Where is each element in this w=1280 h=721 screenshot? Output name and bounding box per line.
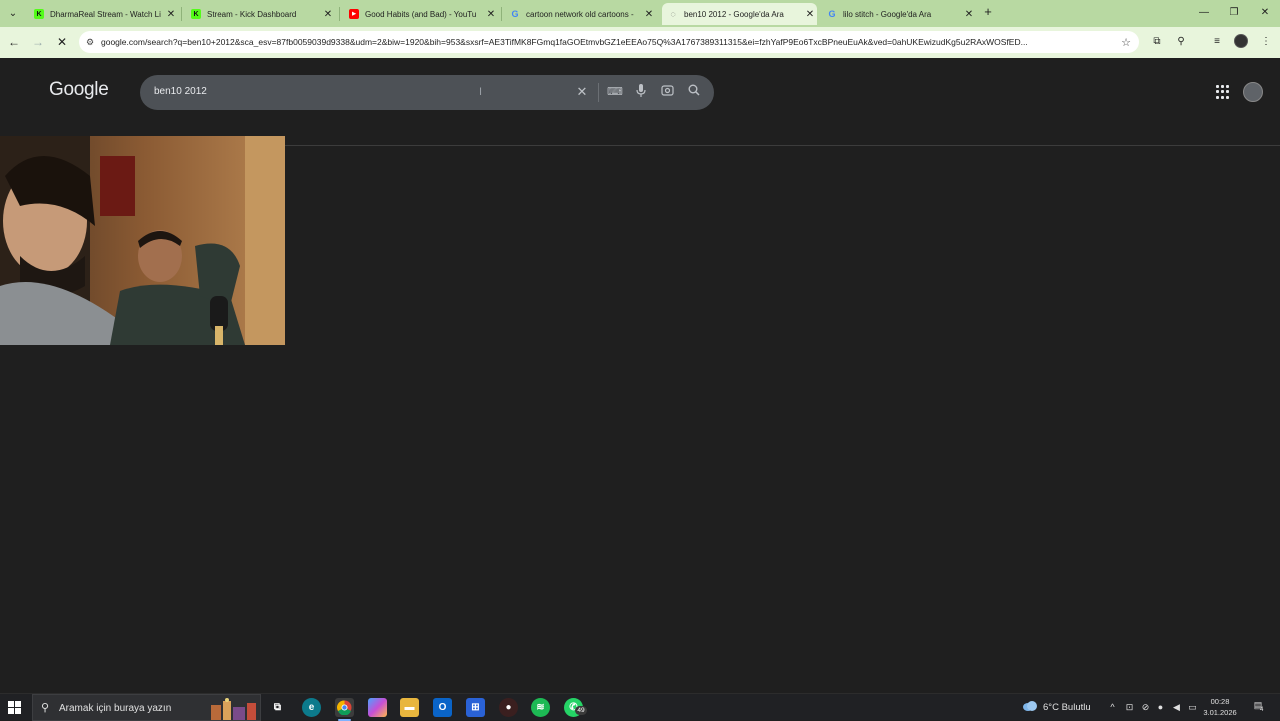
copilot-icon[interactable] [368, 698, 387, 717]
kick-icon: K [191, 9, 201, 19]
weather-text[interactable]: 6°C Bulutlu [1043, 702, 1091, 713]
search-icon[interactable] [686, 84, 702, 100]
network-off-icon[interactable]: ⊘ [1140, 701, 1151, 713]
browser-toolbar: ← → ✕ ⚙ google.com/search?q=ben10+2012&s… [0, 27, 1280, 58]
clock-time: 00:28 [1210, 697, 1230, 706]
close-icon[interactable]: ✕ [164, 9, 178, 20]
close-window-button[interactable]: ✕ [1250, 4, 1280, 22]
tab-youtube-good-habits[interactable]: ▶ Good Habits (and Bad) - YouTu ✕ [343, 3, 498, 25]
tab-title: ben10 2012 - Google'da Ara [684, 9, 784, 19]
tab-kick-dashboard[interactable]: K Stream - Kick Dashboard ✕ [185, 3, 335, 25]
windows-start-icon[interactable] [8, 701, 21, 714]
cloud-icon[interactable] [1022, 700, 1038, 711]
restore-button[interactable]: ❐ [1219, 4, 1249, 22]
bookmark-star-icon[interactable]: ☆ [1113, 36, 1139, 49]
google-header: Google ben10 2012 I ✕ ⌨ [0, 58, 1280, 146]
loading-icon: ◌ [670, 9, 676, 19]
close-icon[interactable]: ✕ [642, 9, 656, 20]
address-bar[interactable]: ⚙ google.com/search?q=ben10+2012&sca_esv… [79, 31, 1139, 53]
account-avatar[interactable] [1243, 82, 1263, 102]
tab-lilo-stitch[interactable]: G lilo stitch - Google'da Ara ✕ [821, 3, 976, 25]
task-view-icon[interactable]: ⧉ [268, 698, 287, 717]
tab-ben10-2012[interactable]: ◌ ben10 2012 - Google'da Ara ✕ [662, 3, 817, 25]
site-info-icon[interactable]: ⚙ [79, 37, 101, 48]
chevron-up-icon[interactable]: ^ [1107, 701, 1118, 713]
obs-icon[interactable]: ● [499, 698, 518, 717]
tab-dharmareal-stream[interactable]: K DharmaReal Stream - Watch Li ✕ [28, 3, 178, 25]
tab-title: cartoon network old cartoons - [526, 9, 634, 19]
meet-now-icon[interactable]: ⊡ [1124, 701, 1135, 713]
search-input[interactable]: ben10 2012 [154, 86, 207, 97]
microsoft-store-icon[interactable]: ⊞ [466, 698, 485, 717]
back-icon[interactable]: ← [6, 34, 22, 50]
search-icon: ⚲ [41, 702, 50, 714]
extensions-icon[interactable]: ⚲ [1174, 35, 1188, 49]
taskbar-search-placeholder[interactable]: Aramak için buraya yazın [59, 703, 171, 714]
chrome-icon[interactable] [335, 698, 354, 721]
camera-search-icon[interactable] [659, 84, 675, 100]
display-icon[interactable]: ▭ [1187, 701, 1198, 713]
profile-avatar[interactable] [1234, 34, 1248, 48]
google-icon: G [511, 9, 519, 19]
outlook-icon[interactable]: O [433, 698, 452, 717]
notification-count: 4 [1260, 707, 1264, 713]
tab-cartoon-network[interactable]: G cartoon network old cartoons - ✕ [504, 3, 656, 25]
microphone-icon[interactable]: ● [1155, 701, 1166, 713]
search-box[interactable]: ben10 2012 I ✕ ⌨ [140, 75, 714, 110]
minimize-button[interactable]: — [1189, 4, 1219, 22]
divider [598, 83, 599, 102]
text-cursor-icon: I [479, 86, 483, 98]
tab-title: Good Habits (and Bad) - YouTu [365, 9, 477, 19]
kick-icon: K [34, 9, 44, 19]
google-logo[interactable]: Google [49, 79, 109, 101]
webcam-overlay [0, 136, 285, 345]
menu-icon[interactable]: ⋮ [1259, 35, 1273, 49]
new-tab-button[interactable]: + [981, 5, 995, 19]
clear-icon[interactable]: ✕ [574, 84, 590, 100]
close-icon[interactable]: ✕ [803, 9, 817, 20]
close-icon[interactable]: ✕ [484, 9, 498, 20]
file-explorer-icon[interactable]: ▬ [400, 698, 419, 717]
tab-strip: ⌄ K DharmaReal Stream - Watch Li ✕ K Str… [0, 0, 1280, 27]
whatsapp-badge: 49 [575, 706, 587, 715]
taskbar-search-box[interactable]: ⚲ Aramak için buraya yazın [32, 694, 261, 721]
stop-loading-icon[interactable]: ✕ [54, 34, 70, 50]
microphone-icon[interactable] [633, 84, 649, 100]
spotify-icon[interactable]: ≋ [531, 698, 550, 717]
search-highlight-art [211, 698, 256, 720]
close-icon[interactable]: ✕ [321, 9, 335, 20]
google-icon: G [828, 9, 836, 19]
youtube-icon: ▶ [349, 9, 359, 19]
screen-cast-icon[interactable]: ⧉ [1150, 35, 1164, 49]
volume-icon[interactable]: ◀ [1171, 701, 1182, 713]
taskbar-clock[interactable]: 00:28 3.01.2026 [1200, 696, 1240, 718]
tab-title: lilo stitch - Google'da Ara [843, 9, 932, 19]
url-text[interactable]: google.com/search?q=ben10+2012&sca_esv=8… [101, 37, 1113, 47]
tab-title: Stream - Kick Dashboard [207, 9, 297, 19]
keyboard-icon[interactable]: ⌨ [607, 84, 623, 100]
google-apps-icon[interactable] [1216, 85, 1230, 99]
clock-date: 3.01.2026 [1203, 708, 1237, 717]
notification-center-icon[interactable]: ▤ 4 [1251, 700, 1265, 714]
edge-icon[interactable]: e [302, 698, 321, 717]
close-icon[interactable]: ✕ [962, 9, 976, 20]
tab-search-button[interactable]: ⌄ [4, 4, 22, 22]
forward-icon[interactable]: → [30, 34, 46, 50]
tab-title: DharmaReal Stream - Watch Li [50, 9, 161, 19]
media-controls-icon[interactable]: ≡ [1210, 35, 1224, 49]
